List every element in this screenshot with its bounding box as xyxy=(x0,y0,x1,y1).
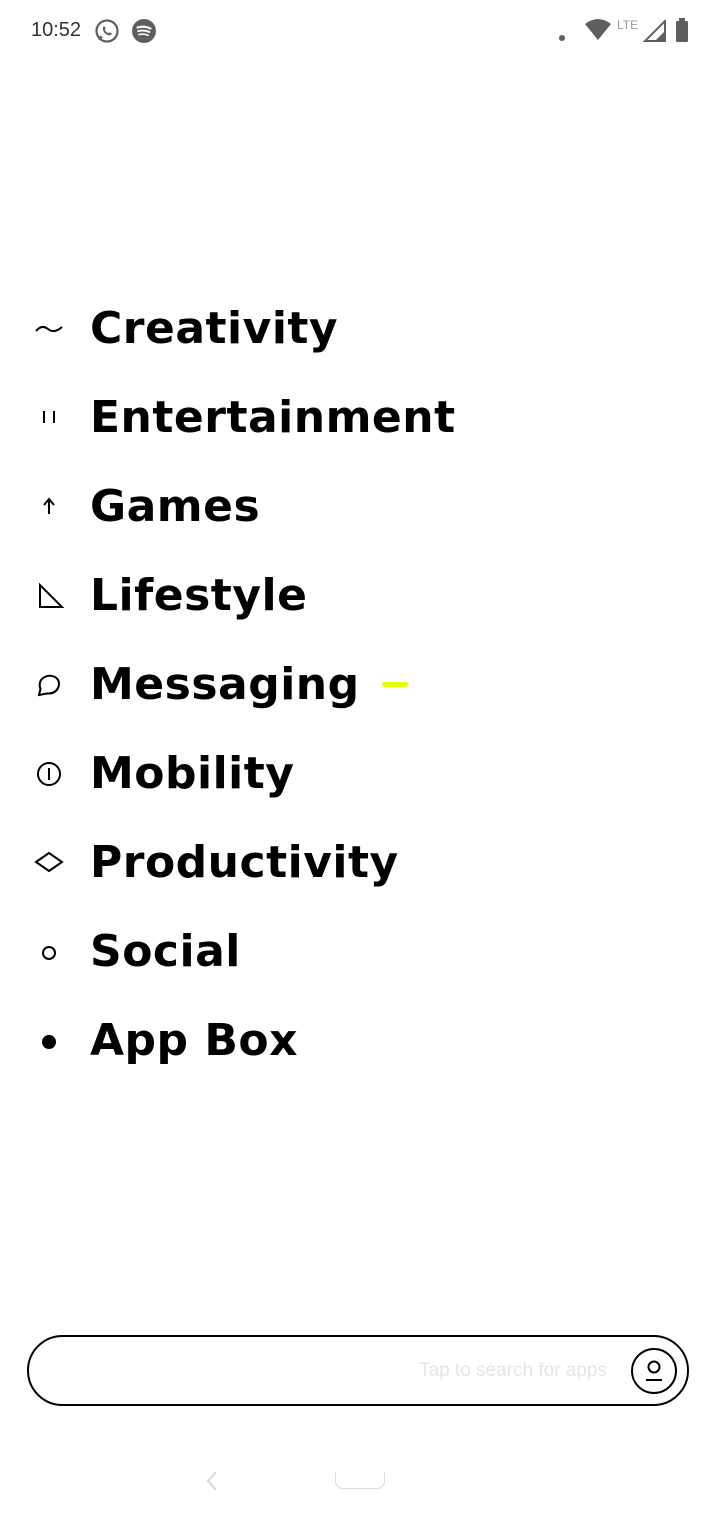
circle-line-icon xyxy=(34,759,64,789)
category-label: Mobility xyxy=(90,747,295,799)
filled-dot-icon xyxy=(34,1026,64,1056)
triangle-icon xyxy=(34,581,65,611)
category-social[interactable]: Social xyxy=(0,907,720,996)
category-label: App Box xyxy=(90,1014,299,1066)
app-search-bar[interactable]: Tap to search for apps xyxy=(27,1335,689,1406)
category-label: Entertainment xyxy=(90,391,456,443)
pause-bars-icon xyxy=(34,403,64,433)
chevron-left-icon[interactable] xyxy=(202,1468,222,1494)
account-button[interactable] xyxy=(631,1347,677,1394)
arrow-up-icon xyxy=(34,492,64,522)
category-app-box[interactable]: App Box xyxy=(0,996,720,1085)
network-type-label: LTE xyxy=(617,18,639,32)
category-label: Productivity xyxy=(90,836,399,888)
category-label: Social xyxy=(90,925,241,977)
tilde-icon xyxy=(34,314,64,344)
signal-icon xyxy=(642,18,667,46)
wifi-icon xyxy=(584,18,612,46)
small-circle-icon xyxy=(34,937,64,967)
category-creativity[interactable]: Creativity xyxy=(0,284,720,373)
category-entertainment[interactable]: Entertainment xyxy=(0,373,720,462)
category-messaging[interactable]: Messaging xyxy=(0,640,720,729)
category-productivity[interactable]: Productivity xyxy=(0,818,720,907)
category-label: Lifestyle xyxy=(90,569,308,621)
category-label: Messaging xyxy=(90,658,360,710)
category-mobility[interactable]: Mobility xyxy=(0,729,720,818)
speech-bubble-icon xyxy=(34,670,64,700)
category-label: Creativity xyxy=(90,302,339,354)
category-label-row: Messaging xyxy=(90,658,408,710)
category-lifestyle[interactable]: Lifestyle xyxy=(0,551,720,640)
status-bar: 10:52 LTE xyxy=(0,0,720,64)
whatsapp-icon xyxy=(94,18,120,44)
home-pill-icon[interactable] xyxy=(335,1472,385,1489)
new-indicator xyxy=(381,682,408,687)
dot-icon xyxy=(558,27,566,46)
status-time: 10:52 xyxy=(31,19,82,41)
diamond-icon xyxy=(34,848,64,878)
category-label: Games xyxy=(90,480,261,532)
battery-icon xyxy=(674,17,690,47)
search-placeholder: Tap to search for apps xyxy=(419,1359,607,1381)
spotify-icon xyxy=(131,18,157,44)
category-games[interactable]: Games xyxy=(0,462,720,551)
category-list: Creativity Entertainment Games Lifestyle xyxy=(0,284,720,1085)
